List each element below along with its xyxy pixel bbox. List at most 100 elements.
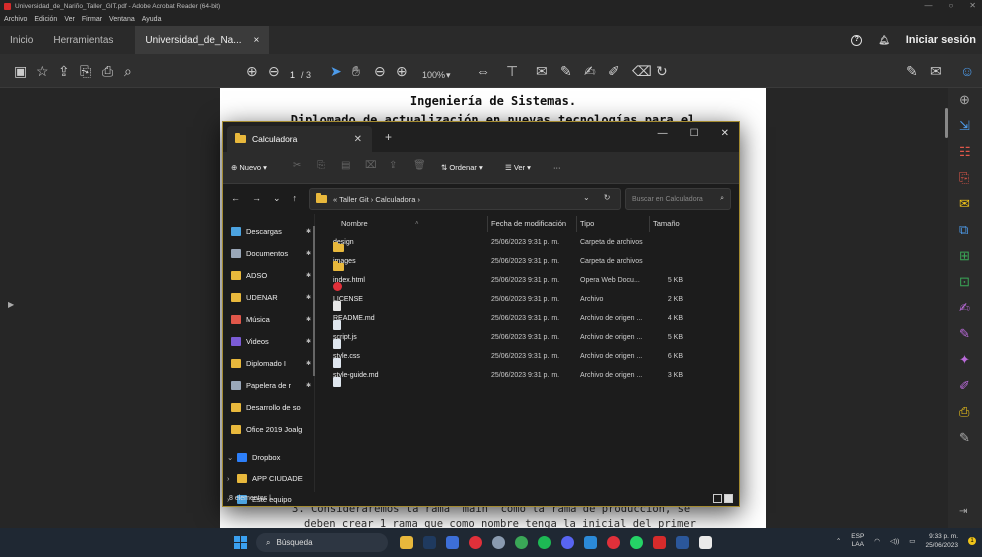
organize-pages-icon[interactable]: ☷ [959,144,971,160]
refresh-icon[interactable]: ↻ [604,193,611,202]
page-down-icon[interactable]: ⊖ [268,62,280,80]
edit-sign-icon[interactable]: ✎ [906,62,918,80]
combine-files-icon[interactable]: ⧉ [959,222,968,238]
hand-tool-icon[interactable]: ✋︎ [352,62,360,80]
app-icon[interactable] [446,536,459,549]
fill-sign-icon[interactable]: ✐ [608,62,620,80]
details-view-button[interactable] [713,494,722,503]
collapse-panel-icon[interactable]: ⇥ [959,506,967,517]
column-header-size[interactable]: Tamaño [653,216,680,232]
show-hidden-icons-icon[interactable]: ⌃ [836,537,841,545]
column-divider[interactable] [649,216,650,232]
more-options-button[interactable]: ··· [553,163,561,172]
rotate-icon[interactable]: ↻ [656,62,668,80]
print-icon[interactable]: ⎙ [102,62,113,80]
column-header-name[interactable]: Nombre [341,216,368,232]
tab-document[interactable]: Universidad_de_Na... × [135,26,270,54]
file-row[interactable]: index.html 25/06/2023 9:31 p. m. Opera Web… [319,272,739,291]
zoom-in-icon[interactable]: ⊕ [396,62,408,80]
view-button[interactable]: ☰ Ver ▾ [505,163,531,172]
nav-item[interactable]: Música ✱ [231,310,317,328]
forward-arrow-icon[interactable]: → [252,193,261,204]
file-row[interactable]: LICENSE 25/06/2023 9:31 p. m. Archivo 2 KB [319,291,739,311]
taskbar-search[interactable]: ⌕ Búsqueda [256,533,388,552]
file-row[interactable]: images 25/06/2023 9:31 p. m. Carpeta de ar… [319,253,739,272]
minimize-button[interactable]: — [924,1,932,10]
mail-icon[interactable]: ✉︎ [930,62,942,80]
nav-item[interactable]: Documentos ✱ [231,244,317,262]
page-number-field[interactable]: 1 [290,66,295,84]
tab-close-icon[interactable]: × [254,35,260,46]
nav-tree-item[interactable]: ⌄ Dropbox [227,448,313,466]
file-row[interactable]: design 25/06/2023 9:31 p. m. Carpeta de ar… [319,234,739,253]
account-icon[interactable]: ☺︎ [960,62,974,80]
close-button[interactable]: ✕ [969,1,976,10]
scan-ocr-icon[interactable]: ⊡ [959,274,970,290]
stamp-icon[interactable]: ⊤ [506,62,518,80]
recent-locations-icon[interactable]: ⌄ [273,193,281,204]
whatsapp-icon[interactable] [630,536,643,549]
sign-icon[interactable]: ✍︎ [584,62,596,80]
share-icon[interactable]: ⇪ [389,160,397,171]
help-icon[interactable]: ? [851,34,863,46]
clock[interactable]: 9:33 p. m. 25/06/2023 [925,532,958,550]
comment-tool-icon[interactable]: ✉︎ [959,196,970,212]
column-divider[interactable] [487,216,488,232]
more-tools-icon[interactable]: ✎ [959,430,970,446]
explorer-close-button[interactable]: ✕ [721,128,729,139]
explorer-tab[interactable]: Calculadora ✕ [227,126,372,152]
menu-edicion[interactable]: Edición [34,16,57,23]
request-signatures-icon[interactable]: ✎ [959,326,970,342]
address-dropdown-icon[interactable]: ⌄ [583,193,590,202]
wifi-icon[interactable]: ◠ [874,537,880,545]
spotify-icon[interactable] [538,536,551,549]
file-row[interactable]: script.js 25/06/2023 9:31 p. m. Archivo de… [319,329,739,349]
up-arrow-icon[interactable]: ↑ [293,193,298,204]
menu-ver[interactable]: Ver [64,16,75,23]
nav-item[interactable]: ADSO ✱ [231,266,317,284]
expand-chevron-icon[interactable]: ⌄ [227,453,237,462]
file-explorer-icon[interactable] [400,536,413,549]
photoshop-icon[interactable] [423,536,436,549]
search-icon[interactable]: ⌕ [124,62,132,80]
close-tab-icon[interactable]: ✕ [354,134,362,145]
new-button[interactable]: ⊕ Nuevo ▾ [231,163,267,172]
notification-badge[interactable]: 1 [968,537,976,545]
nav-item[interactable]: UDENAR ✱ [231,288,317,306]
highlight-pen-icon[interactable]: ✎ [560,62,572,80]
comment-icon[interactable]: ✉︎ [536,62,548,80]
nav-item[interactable]: Desarrollo de so [231,398,317,416]
breadcrumb[interactable]: « Taller Git › Calculadora › [309,188,621,210]
column-divider[interactable] [576,216,577,232]
nav-item[interactable]: Videos ✱ [231,332,317,350]
document-icon[interactable] [699,536,712,549]
maximize-button[interactable]: ○ [948,1,953,10]
file-row[interactable]: style-guide.md 25/06/2023 9:31 p. m. Archi… [319,367,739,387]
fill-sign-tool-icon[interactable]: ✍︎ [959,300,970,316]
explorer-maximize-button[interactable]: ☐ [690,128,699,139]
battery-icon[interactable]: ▭ [909,537,915,545]
menu-ayuda[interactable]: Ayuda [142,16,162,23]
create-pdf-icon[interactable]: ▣ [14,62,27,80]
language-indicator[interactable]: ESP LAA [851,533,864,549]
bookmark-star-icon[interactable]: ☆ [36,62,49,80]
nav-item[interactable]: Papelera de r ✱ [231,376,317,394]
sign-in-button[interactable]: Iniciar sesión [906,34,976,46]
create-pdf-tool-icon[interactable]: ⎘ [959,170,969,186]
word-icon[interactable] [676,536,689,549]
column-header-modified[interactable]: Fecha de modificación [491,216,566,232]
upload-icon[interactable]: ⎘ [80,62,91,80]
delete-icon[interactable]: ⌫ [632,62,652,80]
paste-icon[interactable]: ▤ [341,160,350,171]
opera-icon[interactable] [607,536,620,549]
rename-icon[interactable]: ⌧ [365,160,377,171]
chevron-down-icon[interactable]: ▾ [446,66,451,84]
select-cursor-icon[interactable]: ➤ [330,62,342,80]
tab-herramientas[interactable]: Herramientas [43,26,123,54]
nav-item[interactable]: Ofice 2019 Joalg [231,420,317,438]
explorer-minimize-button[interactable]: — [658,128,668,139]
sort-button[interactable]: ⇅ Ordenar ▾ [441,163,483,172]
tiles-view-button[interactable] [724,494,733,503]
menu-firmar[interactable]: Firmar [82,16,102,23]
protect-icon[interactable]: ✦ [959,352,970,368]
